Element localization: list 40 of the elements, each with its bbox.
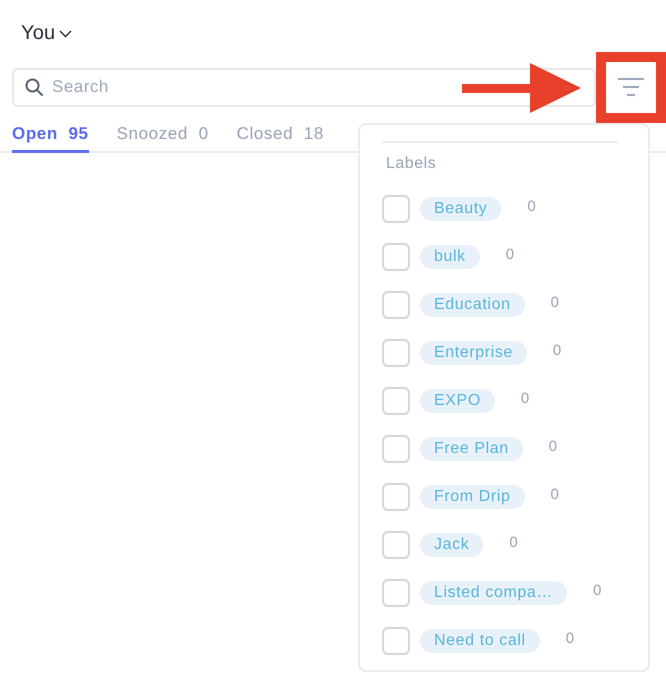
section-heading: Labels (385, 155, 436, 174)
checkbox[interactable] (382, 291, 410, 319)
search-field[interactable]: Search (12, 68, 596, 106)
label-count: 0 (506, 246, 514, 262)
label-count: 0 (566, 630, 574, 646)
checkbox[interactable] (382, 627, 410, 655)
label-tag[interactable]: Education (420, 293, 525, 317)
chevron-down-icon[interactable] (59, 30, 72, 38)
label-tag[interactable]: Jack (420, 533, 484, 557)
label-tag[interactable]: Listed compa… (420, 581, 567, 605)
checkbox[interactable] (382, 531, 410, 559)
label-tag[interactable]: Free Plan (420, 437, 523, 461)
tab[interactable]: Open 95 (12, 124, 89, 153)
account-title[interactable]: You (21, 22, 56, 44)
search-icon (25, 78, 43, 96)
label-tag[interactable]: Enterprise (420, 341, 527, 365)
checkbox[interactable] (382, 435, 410, 463)
highlight-frame (596, 52, 666, 123)
label-tag[interactable]: Need to call (420, 629, 540, 653)
tab[interactable]: Snoozed 0 (116, 124, 209, 153)
label-tag[interactable]: EXPO (420, 389, 495, 413)
label-count: 0 (552, 342, 562, 358)
filter-icon (618, 78, 644, 96)
label-count: 0 (548, 438, 558, 454)
label-tag[interactable]: From Drip (420, 485, 525, 509)
label-count: 0 (520, 390, 530, 406)
label-count: 0 (592, 582, 602, 598)
label-tag[interactable]: Beauty (420, 197, 502, 221)
checkbox[interactable] (382, 483, 410, 511)
label-count: 0 (550, 486, 559, 502)
label-count: 0 (527, 198, 536, 214)
checkbox[interactable] (382, 387, 410, 415)
tab[interactable]: Closed 18 (236, 124, 324, 153)
checkbox[interactable] (382, 195, 410, 223)
label-count: 0 (509, 534, 518, 550)
checkbox[interactable] (382, 339, 410, 367)
label-count: 0 (550, 294, 559, 310)
checkbox[interactable] (382, 579, 410, 607)
label-tag[interactable]: bulk (420, 245, 480, 269)
checkbox[interactable] (382, 243, 410, 271)
